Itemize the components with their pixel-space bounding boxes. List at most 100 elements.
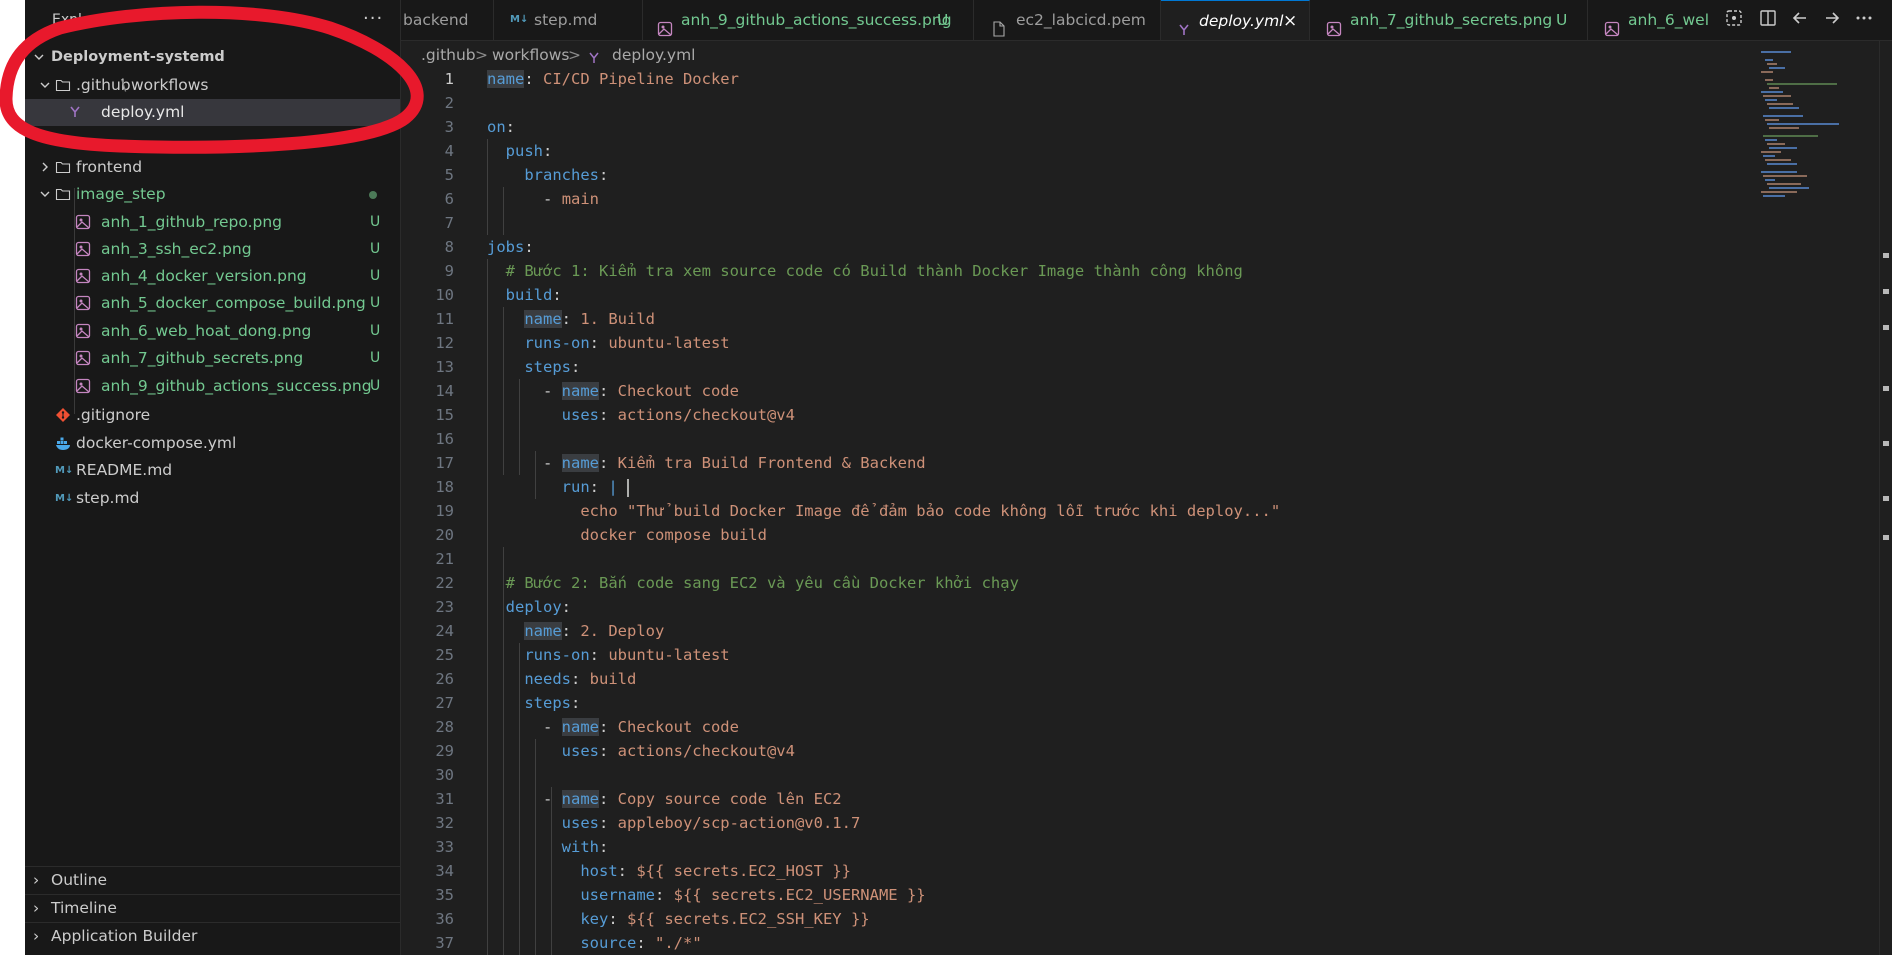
breadcrumb-separator: > <box>475 46 488 64</box>
line-number: 30 <box>435 766 454 784</box>
yaml-value: docker compose build <box>580 526 767 544</box>
tree-file-image[interactable]: anh_6_web_hoat_dong.png U <box>25 318 400 345</box>
tab-label: anh_9_github_actions_success.png <box>681 11 952 29</box>
yaml-key: username <box>580 886 655 904</box>
yaml-key: jobs <box>487 238 525 256</box>
minimap-line <box>1763 155 1775 157</box>
image-file-icon <box>75 345 91 372</box>
yaml-key: name <box>561 718 599 736</box>
line-number: 12 <box>435 334 454 352</box>
copilot-icon[interactable] <box>1724 8 1744 32</box>
markdown-icon: M↓ <box>510 14 529 25</box>
code-line-29: uses: actions/checkout@v4 <box>561 742 795 760</box>
yaml-key: push <box>505 142 543 160</box>
code-line-18: run: | <box>487 475 630 499</box>
code-line-37: source: "./*" <box>580 934 702 952</box>
minimap-line <box>1769 187 1809 189</box>
outline-section[interactable]: › Outline <box>25 866 400 894</box>
editor-actions <box>1718 0 1892 40</box>
tab-anh-9[interactable]: anh_9_github_actions_success.png U <box>643 0 974 40</box>
tab-label: ec2_labcicd.pem <box>1016 11 1146 29</box>
tab-step-md[interactable]: M↓ step.md <box>494 0 643 40</box>
code-line-28: - name: Checkout code <box>487 718 739 736</box>
tab-anh-7[interactable]: anh_7_github_secrets.png U <box>1310 0 1588 40</box>
minimap[interactable] <box>1761 51 1879 251</box>
code-line-5: branches: <box>524 166 609 184</box>
yaml-value: ubuntu-latest <box>608 646 730 664</box>
line-number: 10 <box>435 286 454 304</box>
minimap-line <box>1761 51 1791 53</box>
minimap-line <box>1761 151 1781 153</box>
image-file-icon <box>1326 12 1342 40</box>
breadcrumb-workflows[interactable]: workflows <box>492 43 570 67</box>
code-line-32: uses: appleboy/scp-action@v0.1.7 <box>561 814 861 832</box>
line-number: 32 <box>435 814 454 832</box>
vertical-scrollbar[interactable] <box>1879 41 1892 955</box>
tab-deploy-yml[interactable]: deploy.yml × <box>1161 0 1310 40</box>
line-number: 17 <box>435 454 454 472</box>
close-tab-icon[interactable]: × <box>1283 1 1297 40</box>
code-line-9: # Bước 1: Kiểm tra xem source code có Bu… <box>487 259 1243 283</box>
tree-folder-image-step[interactable]: image_step <box>25 181 400 208</box>
tree-file-image[interactable]: anh_5_docker_compose_build.png U <box>25 290 400 317</box>
yaml-value: Copy source code lên EC2 <box>617 790 842 808</box>
application-builder-section[interactable]: › Application Builder <box>25 922 400 950</box>
tree-file-step-md[interactable]: M↓ step.md <box>25 485 400 512</box>
scrollbar-marker <box>1883 535 1889 540</box>
scrollbar-marker <box>1883 289 1889 294</box>
minimap-line <box>1765 99 1777 101</box>
breadcrumb-file[interactable]: deploy.yml <box>612 43 695 67</box>
tree-file-image[interactable]: anh_1_github_repo.png U <box>25 209 400 236</box>
tab-anh-6[interactable]: anh_6_wel <box>1588 0 1738 40</box>
tree-file-docker-compose[interactable]: docker-compose.yml <box>25 430 400 457</box>
scrollbar-marker <box>1883 441 1889 446</box>
tree-file-readme[interactable]: M↓ README.md <box>25 457 400 484</box>
split-editor-icon[interactable] <box>1758 8 1778 32</box>
code-line-19: echo "Thử build Docker Image để đảm bảo … <box>487 499 1280 523</box>
tab-label: deploy.yml <box>1199 12 1284 30</box>
code-editor[interactable]: .github > workflows > deploy.yml 1234567… <box>401 41 1892 955</box>
tree-file-image[interactable]: anh_4_docker_version.png U <box>25 263 400 290</box>
tree-file-image[interactable]: anh_3_ssh_ec2.png U <box>25 236 400 263</box>
code-line-36: key: ${{ secrets.EC2_SSH_KEY }} <box>580 910 870 928</box>
chevron-right-icon: › <box>33 871 40 889</box>
git-status-badge: U <box>370 350 381 366</box>
line-number: 11 <box>435 310 454 328</box>
code-area[interactable]: 1 2 3 4 5 6 7 8 9 10 11 12 13 14 15 16 17 18 19 20 21 22 23 24 2… <box>401 67 1761 955</box>
minimap-line <box>1769 147 1797 149</box>
image-file-icon <box>75 290 91 317</box>
file-label-docker-compose: docker-compose.yml <box>76 434 237 452</box>
code-line-14: - name: Checkout code <box>487 382 739 400</box>
yaml-key: uses <box>561 406 599 424</box>
git-status-badge: U <box>370 241 381 257</box>
yaml-key: on <box>487 118 506 136</box>
file-label-image: anh_9_github_actions_success.png <box>101 377 372 395</box>
file-label-readme: README.md <box>76 461 173 479</box>
git-icon <box>55 402 71 429</box>
code-line-27: steps: <box>524 694 581 712</box>
minimap-line <box>1767 63 1777 65</box>
yaml-value: ubuntu-latest <box>608 334 730 352</box>
tree-file-image[interactable]: anh_7_github_secrets.png U <box>25 345 400 372</box>
file-label-image: anh_3_ssh_ec2.png <box>101 240 252 258</box>
arrow-right-icon[interactable] <box>1822 8 1842 32</box>
minimap-line <box>1769 127 1799 129</box>
code-line-31: - name: Copy source code lên EC2 <box>487 790 842 808</box>
tab-ec2-pem[interactable]: ec2_labcicd.pem <box>974 0 1161 40</box>
yaml-value: 2. Deploy <box>580 622 665 640</box>
code-line-10: build: <box>505 286 562 304</box>
minimap-line <box>1761 71 1773 73</box>
image-file-icon <box>75 236 91 263</box>
more-actions-icon[interactable] <box>1854 8 1874 32</box>
timeline-section[interactable]: › Timeline <box>25 894 400 922</box>
file-label-image: anh_6_web_hoat_dong.png <box>101 322 312 340</box>
tree-file-image[interactable]: anh_9_github_actions_success.png U <box>25 373 400 400</box>
line-number: 21 <box>435 550 454 568</box>
yaml-comment: # Bước 1: Kiểm tra xem source code có Bu… <box>505 262 1243 280</box>
tree-file-gitignore[interactable]: .gitignore <box>25 402 400 429</box>
code-line-3: on: <box>487 118 516 136</box>
yaml-key: build <box>505 286 553 304</box>
arrow-left-icon[interactable] <box>1790 8 1810 32</box>
code-line-6: - main <box>487 187 599 211</box>
minimap-line <box>1765 119 1779 121</box>
